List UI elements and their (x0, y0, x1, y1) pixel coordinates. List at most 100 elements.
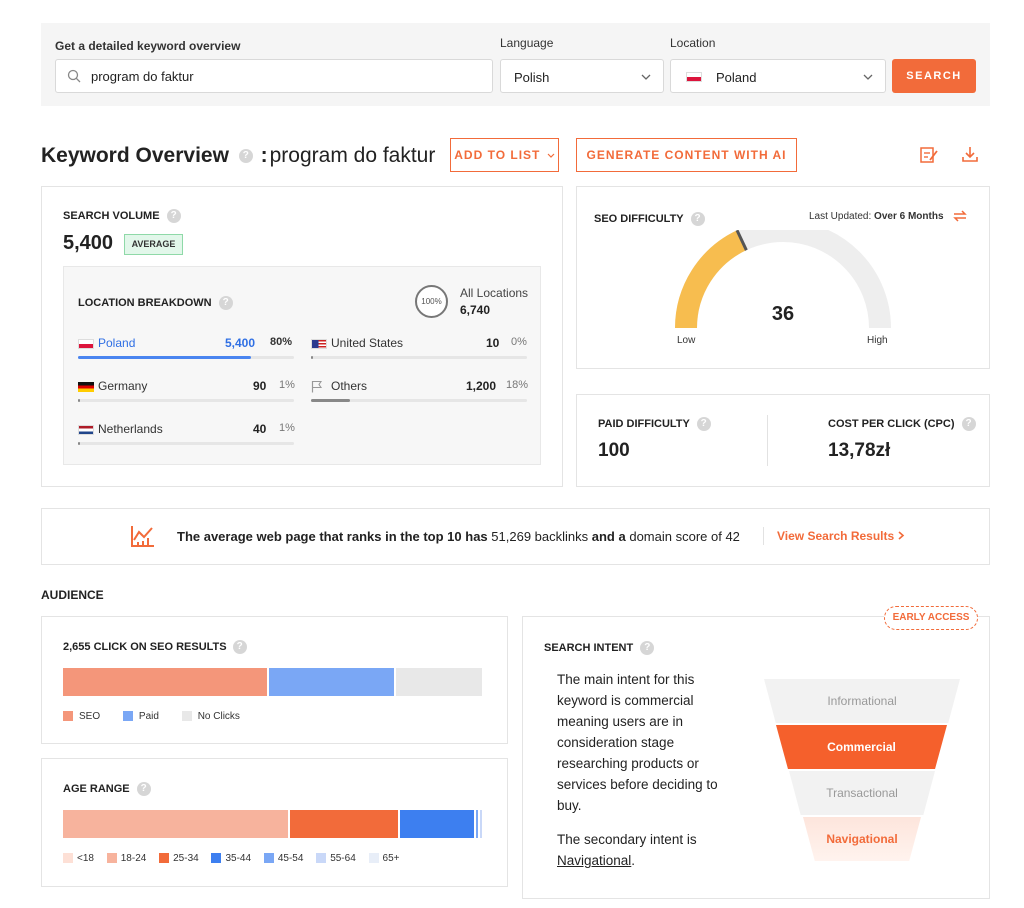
page-title-text: Keyword Overview (41, 144, 229, 167)
language-label: Language (500, 36, 554, 50)
legend-label: 25-34 (173, 853, 199, 864)
location-label: Location (670, 36, 716, 50)
legend-label: 65+ (382, 853, 400, 864)
legend-label: 55-64 (330, 853, 356, 864)
search-icon (67, 69, 81, 83)
location-bar-fill (78, 356, 251, 359)
location-value: 90 (253, 379, 267, 393)
location-bar-fill (311, 356, 314, 359)
location-row-netherlands[interactable]: Netherlands 40 1% (78, 422, 295, 448)
legend-item-seo: SEO (63, 711, 100, 722)
chart-icon (131, 526, 154, 547)
cpc-value: 13,78zł (828, 440, 891, 461)
info-icon[interactable]: ? (696, 417, 711, 431)
location-row-germany[interactable]: Germany 90 1% (78, 379, 295, 405)
legend-swatch (63, 853, 73, 864)
location-bar (311, 356, 527, 359)
location-value: 40 (253, 422, 267, 436)
segment-35-44 (399, 810, 476, 838)
language-select-value: Polish (514, 70, 550, 85)
legend-item-18-24: 18-24 (106, 853, 146, 864)
clicks-stacked-bar (63, 668, 484, 696)
cpc-label: COST PER CLICK (CPC) ? (828, 417, 976, 431)
location-bar (311, 399, 527, 402)
keyword-input-value: program do faktur (91, 69, 194, 84)
location-value: 5,400 (225, 336, 256, 350)
last-updated: Last Updated: Over 6 Months (809, 211, 944, 222)
all-locations-percent: 100% (421, 297, 442, 306)
download-icon[interactable] (961, 145, 979, 163)
intent-secondary-text: The secondary intent is Navigational. (557, 829, 732, 871)
seo-difficulty-label-text: SEO DIFFICULTY (594, 212, 684, 225)
info-icon[interactable]: ? (238, 149, 253, 164)
divider (763, 527, 764, 545)
search-button[interactable]: SEARCH (892, 59, 976, 93)
domain-score: domain score of 42 (629, 529, 740, 544)
last-updated-value: Over 6 Months (874, 211, 944, 222)
location-select[interactable]: Poland (670, 59, 886, 93)
legend-swatch (106, 853, 117, 864)
gauge-fill (675, 230, 747, 329)
divider (767, 415, 768, 466)
search-intent-title: SEARCH INTENT ? (544, 641, 655, 655)
legend-swatch (63, 711, 73, 722)
legend-item-paid: Paid (122, 711, 159, 722)
legend-item-35-44: 35-44 (211, 853, 251, 864)
funnel-label: Transactional (826, 786, 898, 800)
all-locations-value: 6,740 (460, 303, 491, 317)
legend-label: No Clicks (197, 711, 240, 722)
location-bar-fill (78, 442, 81, 445)
location-percent: 1% (279, 422, 295, 434)
paid-cpc-card (576, 394, 990, 487)
segment-no-clicks (395, 668, 484, 696)
legend-swatch (159, 853, 170, 864)
legend-label: 45-54 (277, 853, 304, 864)
generate-content-ai-button[interactable]: GENERATE CONTENT WITH AI (576, 138, 797, 172)
segment-seo (63, 668, 270, 696)
edit-notes-icon[interactable] (919, 145, 939, 165)
funnel-commercial: Commercial (776, 725, 947, 769)
legend-item-65-plus: 65+ (368, 853, 400, 864)
location-value: 1,200 (466, 379, 497, 393)
refresh-icon[interactable] (951, 208, 969, 224)
audience-title: AUDIENCE (41, 588, 104, 602)
chevron-down-icon (641, 74, 651, 80)
view-search-results-link[interactable]: View Search Results (777, 529, 905, 543)
info-icon[interactable]: ? (136, 782, 151, 796)
location-row-others[interactable]: Others 1,200 18% (311, 379, 528, 405)
legend-swatch (316, 853, 327, 864)
poland-flag-icon (78, 339, 94, 349)
segment-25-34 (290, 810, 400, 838)
keyword-input[interactable]: program do faktur (55, 59, 493, 93)
info-icon[interactable]: ? (690, 212, 705, 226)
backlinks-text-part2: and a (591, 529, 626, 544)
location-name: United States (331, 336, 404, 350)
info-icon[interactable]: ? (166, 209, 181, 223)
add-to-list-button[interactable]: ADD TO LIST (450, 138, 559, 172)
all-locations-ring: 100% (415, 285, 448, 318)
location-row-poland[interactable]: Poland 5,400 80% (78, 336, 294, 362)
location-breakdown-label-text: LOCATION BREAKDOWN (78, 296, 212, 309)
chevron-right-icon (897, 531, 904, 540)
info-icon[interactable]: ? (961, 417, 976, 431)
legend-swatch (181, 711, 192, 722)
location-row-united-states[interactable]: United States 10 0% (311, 336, 527, 362)
language-select[interactable]: Polish (500, 59, 664, 93)
cpc-label-text: COST PER CLICK (CPC) (828, 417, 955, 430)
info-icon[interactable]: ? (218, 296, 233, 310)
location-name: Others (331, 379, 368, 393)
funnel-navigational: Navigational (803, 817, 921, 861)
search-volume-label: SEARCH VOLUME ? (63, 209, 181, 223)
add-to-list-label: ADD TO LIST (454, 148, 541, 162)
legend-item-25-34: 25-34 (159, 853, 199, 864)
info-icon[interactable]: ? (232, 640, 247, 654)
search-volume-label-text: SEARCH VOLUME (63, 209, 160, 222)
info-icon[interactable]: ? (640, 641, 655, 655)
funnel-label: Commercial (827, 740, 896, 754)
legend-item-45-54: 45-54 (263, 853, 304, 864)
location-bar (78, 356, 294, 359)
location-percent: 0% (511, 336, 527, 348)
location-bar-fill (311, 399, 350, 402)
poland-flag-icon (686, 72, 702, 82)
intent-secondary-value: Navigational (557, 853, 632, 868)
